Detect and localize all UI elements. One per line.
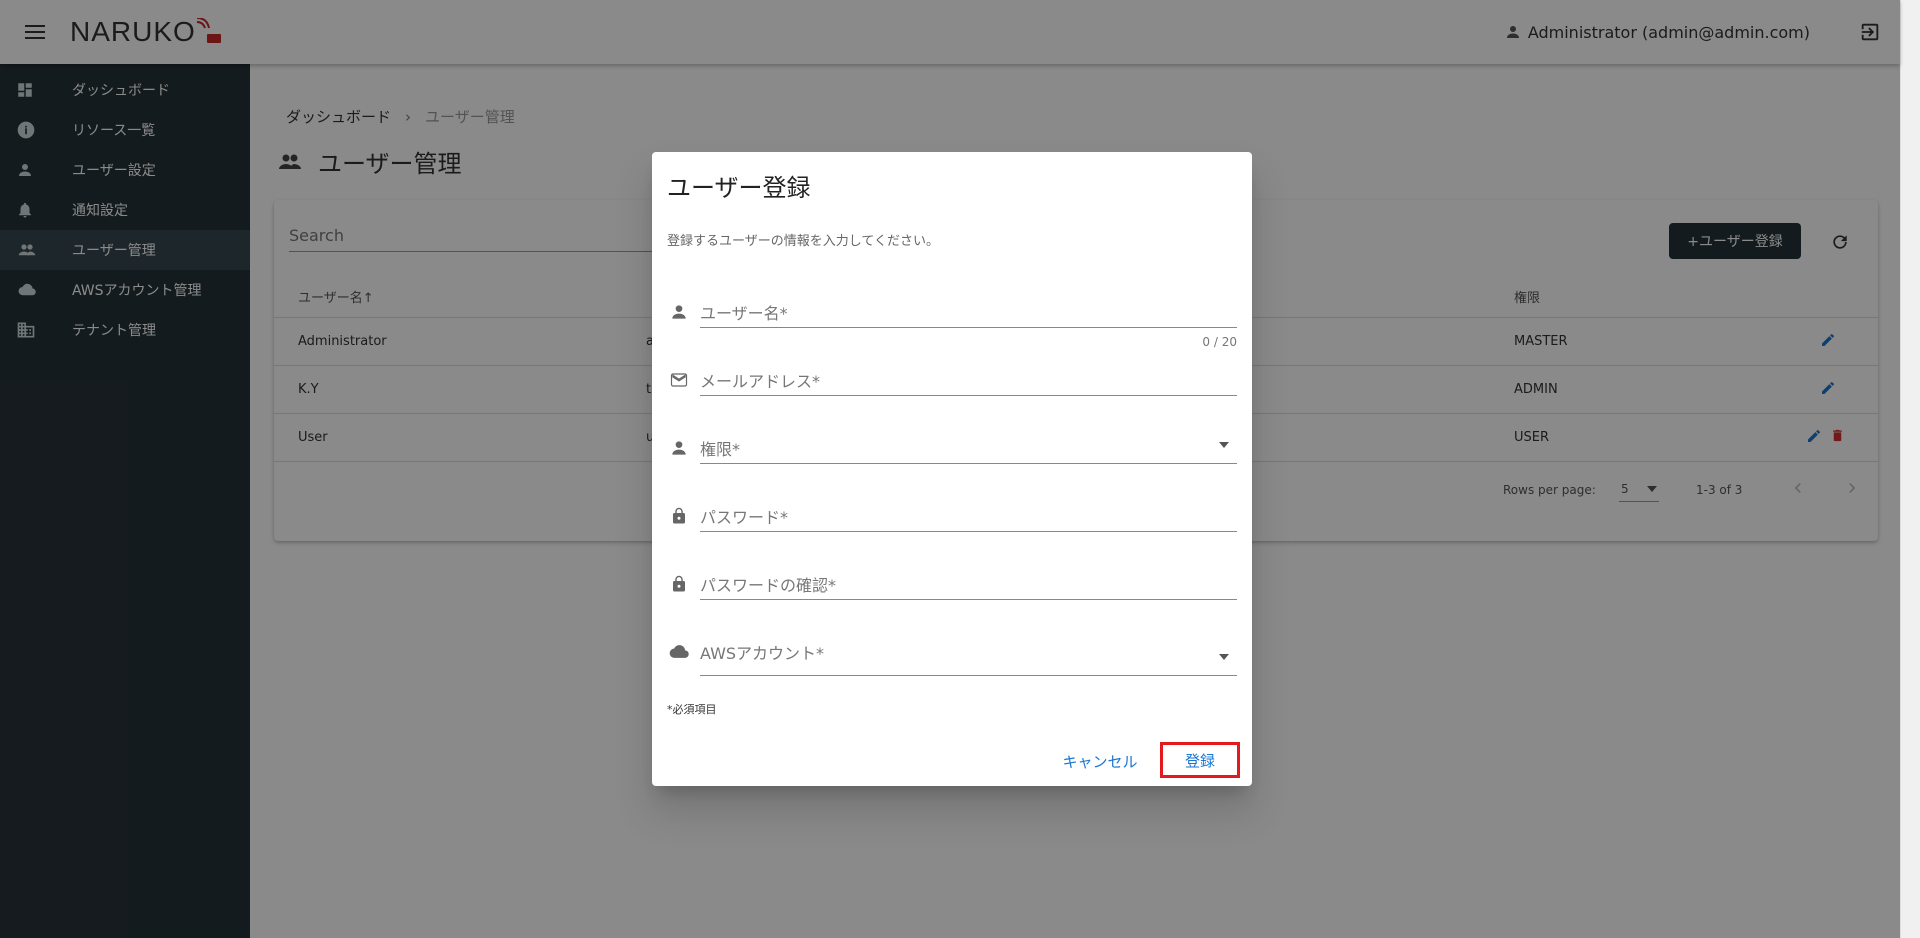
user-registration-dialog: ユーザー登録 登録するユーザーの情報を入力してください。 ユーザー名* 0 / … — [652, 152, 1252, 786]
password-field[interactable]: パスワード* — [652, 490, 1252, 540]
page-scrollbar[interactable] — [1900, 0, 1920, 938]
role-select[interactable]: 権限* — [652, 422, 1252, 472]
username-counter: 0 / 20 — [1202, 335, 1237, 349]
password-confirm-field[interactable]: パスワードの確認* — [652, 558, 1252, 608]
mail-icon — [670, 373, 688, 387]
username-field[interactable]: ユーザー名* — [652, 286, 1252, 336]
caret-down-icon — [1219, 654, 1229, 660]
cloud-icon — [669, 645, 689, 658]
lock-icon — [673, 575, 685, 592]
password-confirm-label: パスワードの確認* — [700, 576, 837, 595]
register-button[interactable]: 登録 — [1160, 742, 1240, 778]
aws-account-select[interactable]: AWSアカウント* — [652, 626, 1252, 676]
dialog-title: ユーザー登録 — [667, 174, 811, 202]
password-label: パスワード* — [700, 508, 789, 527]
email-field[interactable]: メールアドレス* — [652, 354, 1252, 404]
role-label: 権限* — [700, 440, 741, 459]
person-icon — [672, 441, 686, 455]
person-icon — [672, 305, 686, 319]
cancel-button[interactable]: キャンセル — [1052, 743, 1148, 779]
username-label: ユーザー名* — [700, 304, 788, 323]
caret-down-icon — [1219, 442, 1229, 448]
dialog-description: 登録するユーザーの情報を入力してください。 — [667, 234, 939, 249]
email-label: メールアドレス* — [700, 372, 821, 391]
lock-icon — [673, 507, 685, 524]
aws-account-label: AWSアカウント* — [700, 644, 825, 663]
required-note: *必須項目 — [667, 703, 717, 716]
